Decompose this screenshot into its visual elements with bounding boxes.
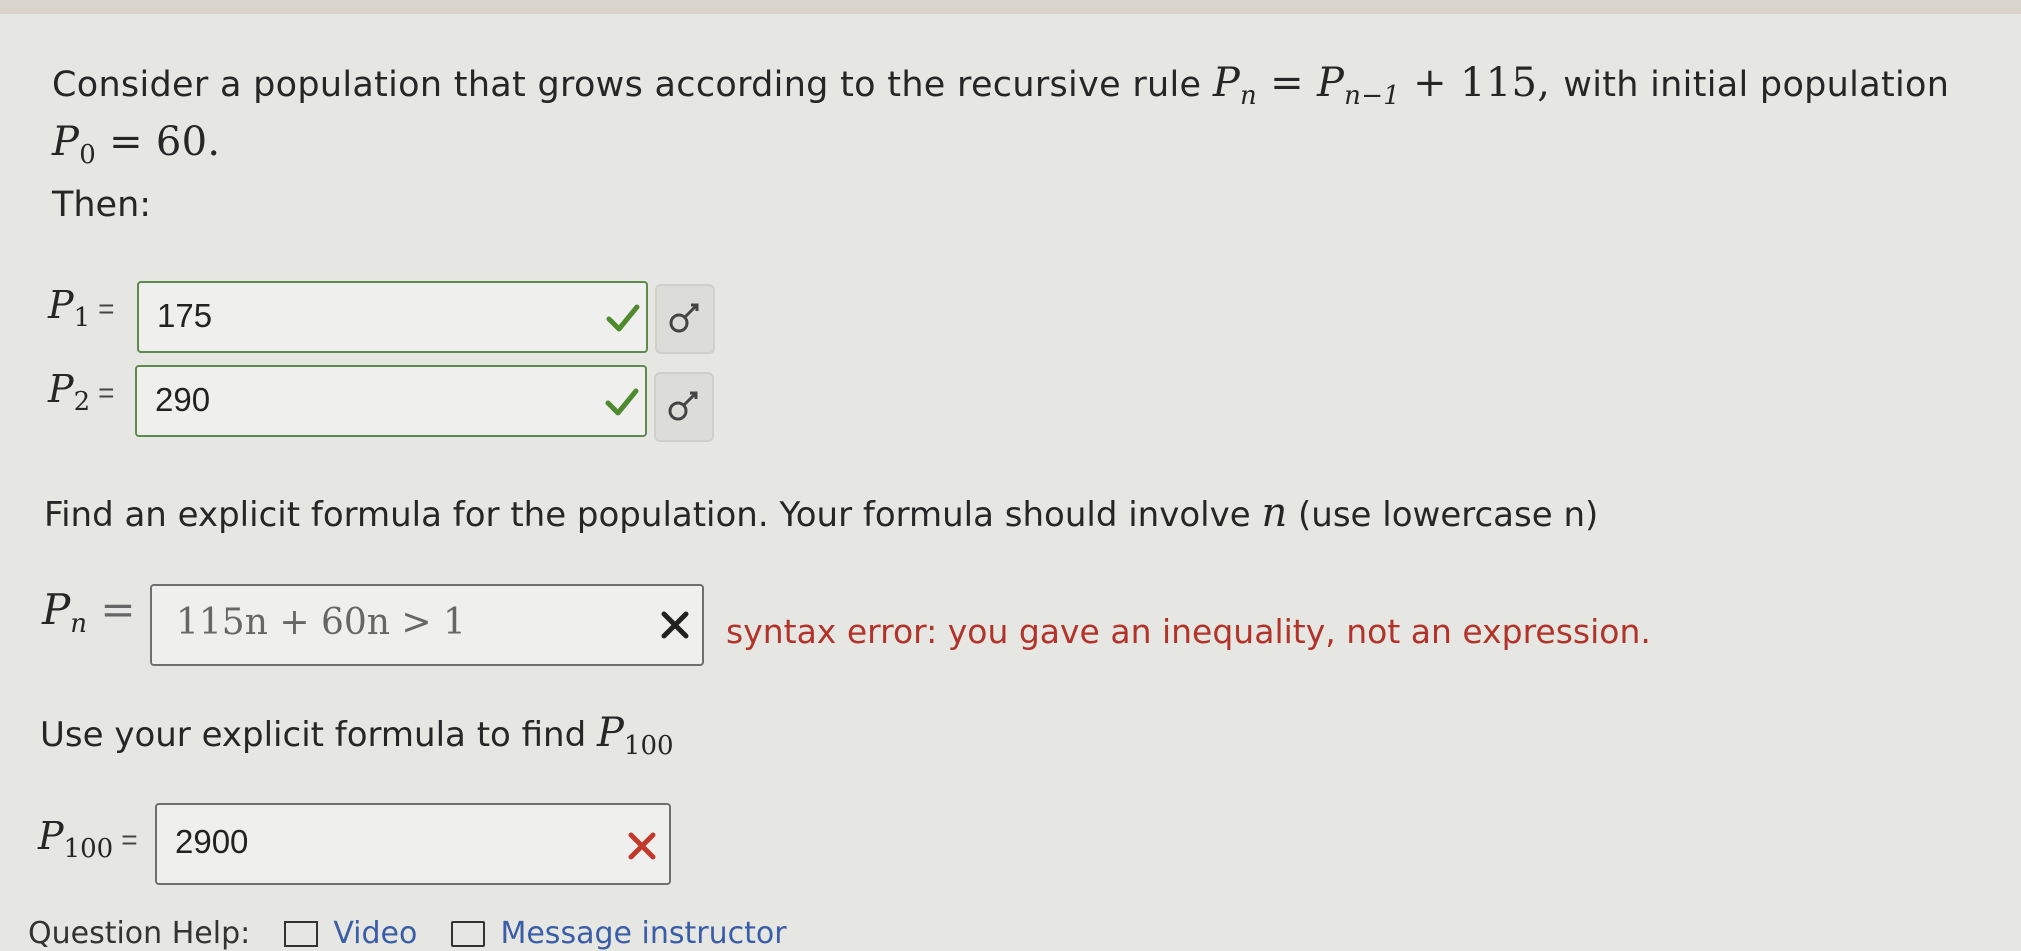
preview-button-p1[interactable] [655, 284, 715, 354]
video-icon [283, 921, 318, 947]
preview-button-p2[interactable] [654, 372, 714, 442]
intro-text: Consider a population that grows accordi… [52, 65, 1202, 105]
x-icon [661, 611, 689, 639]
explicit-formula-prompt: Find an explicit formula for the populat… [44, 490, 1599, 536]
top-strip [0, 0, 2021, 14]
question-help-label: Question Help: [28, 916, 251, 951]
message-instructor-link[interactable]: Message instructor [500, 916, 786, 951]
p1-answer-field[interactable]: 175 [137, 281, 648, 353]
use-formula-prompt: Use your explicit formula to find P100 [40, 710, 674, 761]
p2-answer-value: 290 [155, 381, 211, 418]
statement-line-1: Consider a population that grows accordi… [52, 60, 1949, 119]
pn-label: Pn = [42, 585, 136, 639]
preview-icon [668, 391, 698, 421]
p2-label: P2 = [48, 367, 115, 417]
p1-answer-value: 175 [157, 297, 213, 334]
x-icon [628, 832, 656, 860]
mail-icon [450, 921, 485, 947]
check-icon [605, 388, 639, 416]
p100-answer-value: 2900 [175, 823, 249, 860]
problem-statement: Consider a population that grows accordi… [52, 60, 1949, 178]
question-help-bar: Question Help: Video Message instructor [28, 916, 787, 951]
p100-answer-field[interactable]: 2900 [155, 803, 671, 885]
video-link[interactable]: Video [333, 916, 417, 951]
initial-text: with initial population [1563, 65, 1950, 105]
then-label: Then: [52, 185, 152, 225]
p100-label: P100 = [38, 814, 138, 864]
preview-icon [669, 303, 699, 333]
p2-answer-field[interactable]: 290 [135, 365, 647, 437]
initial-population: P0 = 60. [52, 119, 221, 170]
check-icon [606, 304, 640, 332]
p1-label: P1 = [48, 283, 115, 333]
explicit-formula-value: 115n + 60n > 1 [176, 602, 466, 643]
explicit-formula-field[interactable]: 115n + 60n > 1 [150, 584, 704, 666]
syntax-error-message: syntax error: you gave an inequality, no… [726, 612, 1651, 651]
recursive-rule: Pn = Pn−1 + 115, [1212, 60, 1551, 111]
